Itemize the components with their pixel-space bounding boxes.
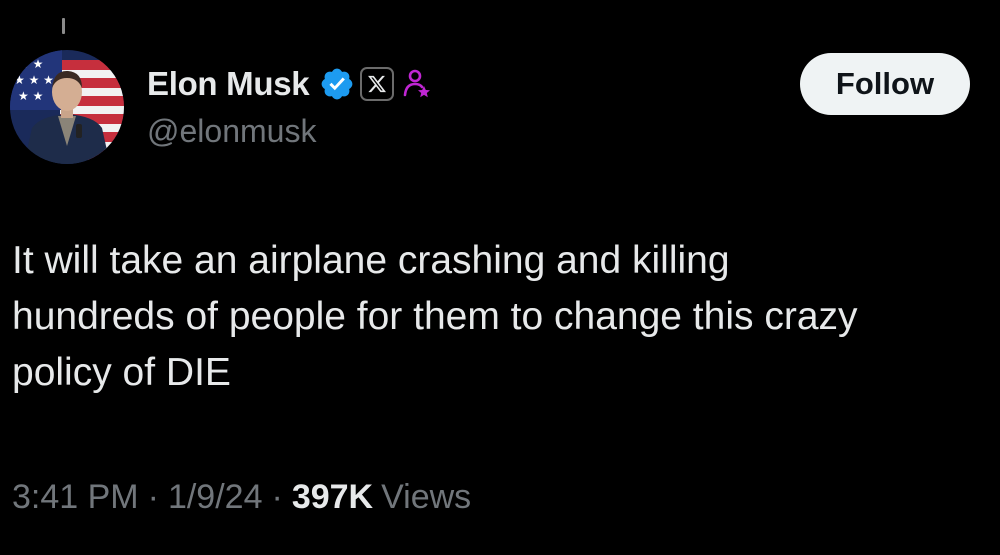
avatar[interactable]: ★ ★ ★ ★ ★ ★ ★ xyxy=(10,50,124,164)
views-count[interactable]: 397K xyxy=(292,478,373,517)
display-name[interactable]: Elon Musk xyxy=(147,65,310,103)
tweet-time[interactable]: 3:41 PM xyxy=(12,478,139,517)
person-star-icon[interactable] xyxy=(400,67,434,101)
avatar-image: ★ ★ ★ ★ ★ ★ ★ xyxy=(10,50,124,164)
svg-text:★ ★: ★ ★ xyxy=(18,89,43,103)
tweet-meta: 3:41 PM · 1/9/24 · 397K Views xyxy=(12,478,471,517)
verified-icon[interactable] xyxy=(319,66,355,102)
x-logo-icon xyxy=(368,75,387,93)
svg-text:★ ★ ★: ★ ★ ★ xyxy=(14,73,54,87)
follow-button[interactable]: Follow xyxy=(800,53,970,115)
tweet-text: It will take an airplane crashing and ki… xyxy=(12,239,858,394)
views-label: Views xyxy=(381,478,472,516)
svg-text:★ ★: ★ ★ xyxy=(18,57,43,71)
x-affiliate-icon[interactable] xyxy=(360,67,395,101)
author-handle[interactable]: @elonmusk xyxy=(147,113,316,150)
author-name-row: Elon Musk xyxy=(147,63,434,105)
meta-separator: · xyxy=(271,478,283,516)
drag-handle-tick xyxy=(62,18,65,34)
tweet-date[interactable]: 1/9/24 xyxy=(168,478,263,517)
meta-separator: · xyxy=(147,478,159,516)
